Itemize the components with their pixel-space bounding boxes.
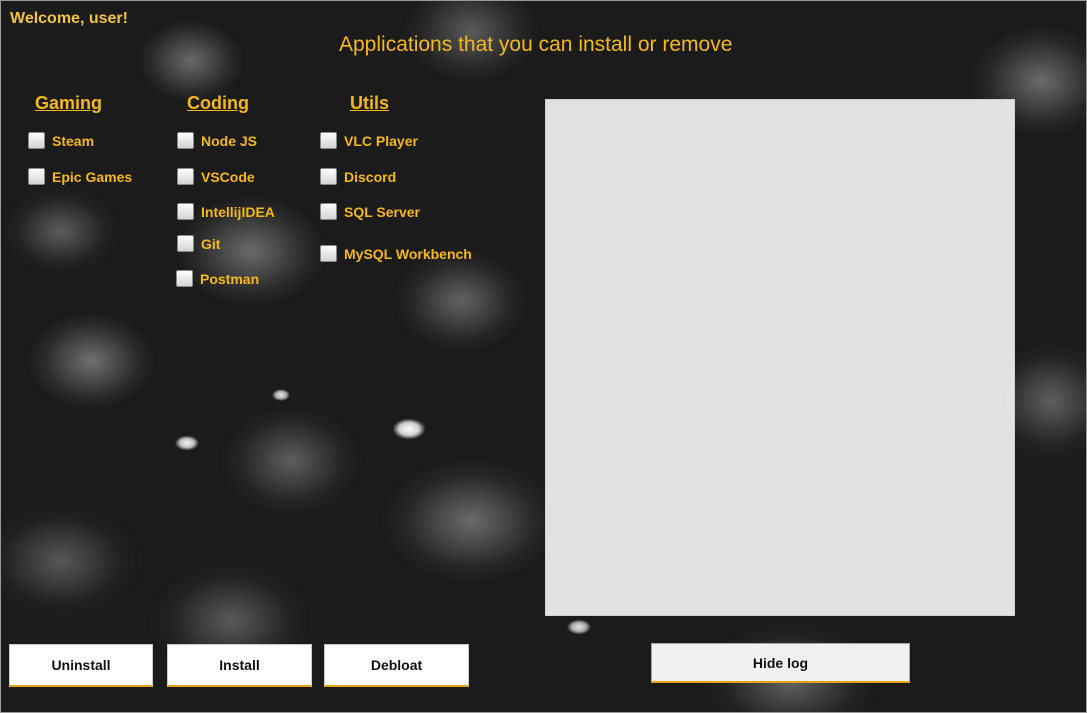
checkbox-git[interactable]: Git — [177, 235, 220, 252]
install-button[interactable]: Install — [167, 644, 312, 687]
checkbox-label: IntellijIDEA — [201, 203, 275, 220]
page-title: Applications that you can install or rem… — [339, 33, 733, 56]
uninstall-button[interactable]: Uninstall — [9, 644, 153, 687]
checkbox-label: Steam — [52, 132, 95, 149]
checkbox-box[interactable] — [177, 132, 194, 149]
checkbox-label: MySQL Workbench — [344, 245, 472, 262]
checkbox-label: Git — [201, 235, 221, 252]
category-heading-utils: Utils — [350, 93, 390, 113]
checkbox-box[interactable] — [320, 203, 337, 220]
checkbox-box[interactable] — [320, 245, 337, 262]
checkbox-vscode[interactable]: VSCode — [177, 168, 255, 185]
checkbox-sql-server[interactable]: SQL Server — [320, 203, 420, 220]
checkbox-box[interactable] — [177, 235, 194, 252]
category-heading-gaming: Gaming — [35, 93, 103, 113]
checkbox-label: VLC Player — [344, 132, 418, 149]
checkbox-postman[interactable]: Postman — [176, 270, 259, 287]
checkbox-label: Postman — [200, 270, 260, 287]
checkbox-node-js[interactable]: Node JS — [177, 132, 257, 149]
checkbox-intellij-idea[interactable]: IntellijIDEA — [177, 203, 275, 220]
hide-log-button[interactable]: Hide log — [651, 643, 910, 683]
log-panel[interactable] — [545, 99, 1015, 616]
checkbox-box[interactable] — [176, 270, 193, 287]
checkbox-label: Discord — [344, 168, 397, 185]
checkbox-steam[interactable]: Steam — [28, 132, 94, 149]
app-window: Welcome, user! Applications that you can… — [0, 0, 1087, 713]
category-heading-coding: Coding — [187, 93, 249, 113]
checkbox-box[interactable] — [28, 168, 45, 185]
checkbox-box[interactable] — [320, 168, 337, 185]
checkbox-box[interactable] — [177, 203, 194, 220]
checkbox-label: Epic Games — [52, 168, 133, 185]
checkbox-label: VSCode — [201, 168, 255, 185]
checkbox-label: Node JS — [201, 132, 258, 149]
checkbox-box[interactable] — [177, 168, 194, 185]
welcome-label: Welcome, user! — [10, 10, 128, 27]
checkbox-box[interactable] — [320, 132, 337, 149]
checkbox-vlc-player[interactable]: VLC Player — [320, 132, 418, 149]
checkbox-box[interactable] — [28, 132, 45, 149]
checkbox-discord[interactable]: Discord — [320, 168, 396, 185]
debloat-button[interactable]: Debloat — [324, 644, 469, 687]
checkbox-mysql-workbench[interactable]: MySQL Workbench — [320, 245, 472, 262]
checkbox-label: SQL Server — [344, 203, 421, 220]
checkbox-epic-games[interactable]: Epic Games — [28, 168, 132, 185]
